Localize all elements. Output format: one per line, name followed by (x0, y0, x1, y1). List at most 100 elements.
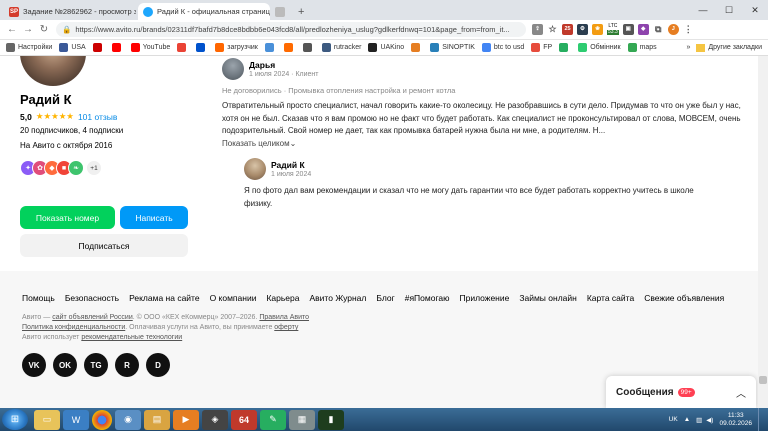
forward-icon[interactable]: → (20, 24, 36, 35)
minimize-icon[interactable]: — (690, 5, 716, 15)
footer-link[interactable]: Займы онлайн (519, 293, 576, 303)
app-icon[interactable]: ▦ (289, 409, 315, 430)
dzen-icon[interactable]: D (146, 353, 170, 377)
messages-panel[interactable]: Сообщения 99+ ︿ (606, 376, 756, 408)
maximize-icon[interactable]: ☐ (716, 5, 742, 16)
puzzle-icon[interactable]: ⧉ (652, 24, 664, 35)
footer-link[interactable]: рекомендательные технологии (81, 334, 182, 341)
ltc-extension[interactable]: LTC 53.3 (607, 23, 619, 35)
profile-icon[interactable]: J (667, 24, 679, 35)
footer-link[interactable]: Карта сайта (587, 293, 634, 303)
bookmark-sinoptik[interactable]: SINOPTIK (430, 43, 475, 52)
scrollbar[interactable] (758, 56, 768, 408)
scrollbar-thumb[interactable] (759, 376, 767, 384)
network-icon[interactable]: ▥ (696, 416, 702, 424)
footer-link[interactable]: Свежие объявления (644, 293, 724, 303)
terminal-icon[interactable]: ▮ (318, 409, 344, 430)
footer-link[interactable]: Политика конфиденциальности (22, 324, 125, 331)
bookmark-maps[interactable]: maps (627, 43, 657, 52)
badges-more[interactable]: +1 (86, 160, 102, 176)
footer-link[interactable]: Помощь (22, 293, 55, 303)
start-button[interactable]: ⊞ (2, 409, 28, 430)
rating-value: 5,0 (20, 111, 32, 122)
telegram-icon[interactable]: TG (84, 353, 108, 377)
chrome-icon[interactable] (92, 409, 112, 430)
bookmark-item[interactable] (283, 43, 296, 52)
bookmark-icon (59, 43, 69, 52)
bookmark-item[interactable] (302, 43, 315, 52)
footer-link[interactable]: Карьера (266, 293, 299, 303)
bookmark-gmail[interactable] (177, 43, 189, 52)
avatar[interactable] (20, 56, 86, 86)
clock[interactable]: 11:33 09.02.2026 (719, 412, 752, 428)
reviews-link[interactable]: 101 отзыв (78, 112, 118, 122)
tab-task[interactable]: SP Задание №2862962 - просмотр з ✕ (4, 3, 136, 20)
window-controls: — ☐ ✕ (690, 0, 768, 20)
footer-link[interactable]: О компании (210, 293, 257, 303)
bookmark-fp[interactable]: FP (531, 43, 552, 52)
app-icon[interactable]: ✎ (260, 409, 286, 430)
footer-link[interactable]: Реклама на сайте (129, 293, 200, 303)
footer-link[interactable]: Безопасность (65, 293, 119, 303)
bookmark-item[interactable] (111, 43, 124, 52)
footer-link[interactable]: Авито Журнал (310, 293, 367, 303)
show-desktop-button[interactable] (758, 408, 766, 431)
footer-link[interactable]: оферту (274, 324, 298, 331)
bookmark-downloader[interactable]: загрузчик (215, 43, 258, 52)
ok-icon[interactable]: OK (53, 353, 77, 377)
extension-icon[interactable]: 25 (562, 24, 573, 35)
extension-icon[interactable]: ▣ (622, 24, 634, 35)
aida64-icon[interactable]: 64 (231, 409, 257, 430)
footer-link[interactable]: #яПомогаю (405, 293, 450, 303)
app-icon[interactable]: W (63, 409, 89, 430)
rutube-icon[interactable]: R (115, 353, 139, 377)
new-tab-button[interactable]: + (292, 3, 310, 20)
bookmark-item[interactable] (196, 43, 208, 52)
tab-avito[interactable]: Радий К - официальная страниц ✕ (138, 3, 270, 20)
bookmark-item[interactable] (92, 43, 105, 52)
show-number-button[interactable]: Показать номер (20, 206, 115, 229)
volume-icon[interactable]: ◀) (706, 416, 713, 424)
footer-link[interactable]: Блог (376, 293, 394, 303)
address-bar[interactable]: 🔒 https://www.avito.ru/brands/02311df7ba… (56, 22, 526, 37)
star-icon[interactable]: ☆ (547, 24, 558, 35)
extension-icon[interactable]: ◆ (637, 24, 649, 35)
bookmark-settings[interactable]: Настройки (6, 43, 52, 52)
badge-icon[interactable]: ❧ (68, 160, 84, 176)
folder-icon[interactable]: ▤ (144, 409, 170, 430)
system-tray: UK ▲ ▥ ◀) 11:33 09.02.2026 (669, 408, 766, 431)
app-icon[interactable]: ◈ (202, 409, 228, 430)
share-icon[interactable]: ⇪ (532, 24, 543, 35)
bookmark-usa[interactable]: USA (59, 43, 86, 52)
bookmark-rutracker[interactable]: rutracker (321, 43, 361, 52)
bookmark-btc[interactable]: btc to usd (481, 43, 524, 52)
bookmark-exchanger[interactable]: Обмінник (578, 43, 621, 52)
show-full-link[interactable]: Показать целиком⌄ (222, 139, 296, 148)
close-window-icon[interactable]: ✕ (742, 5, 768, 16)
subscribe-button[interactable]: Подписаться (20, 234, 188, 257)
extension-icon[interactable]: ❀ (592, 24, 603, 35)
reload-icon[interactable]: ↻ (36, 24, 52, 35)
app-icon[interactable]: ◉ (115, 409, 141, 430)
bookmark-item[interactable] (411, 43, 423, 52)
language-indicator[interactable]: UK (669, 416, 678, 423)
other-bookmarks[interactable]: » Другие закладки (686, 43, 762, 52)
footer-link[interactable]: сайт объявлений России (52, 314, 133, 321)
media-player-icon[interactable]: ▶ (173, 409, 199, 430)
bookmark-uakino[interactable]: UAKino (368, 43, 404, 52)
extension-icon[interactable]: ⚙ (577, 24, 588, 35)
write-button[interactable]: Написать (120, 206, 188, 229)
chevron-up-icon[interactable]: ︿ (736, 385, 746, 400)
explorer-icon[interactable]: ▭ (34, 409, 60, 430)
footer-link[interactable]: Приложение (459, 293, 509, 303)
tray-expand-icon[interactable]: ▲ (684, 416, 690, 423)
bookmark-item[interactable] (264, 43, 277, 52)
tab-blank[interactable] (272, 3, 290, 20)
footer-link[interactable]: Правила Авито (259, 314, 309, 321)
bookmark-youtube[interactable]: YouTube (130, 43, 170, 52)
back-icon[interactable]: ← (4, 24, 20, 35)
bookmark-item[interactable] (559, 43, 571, 52)
bookmark-icon (283, 43, 293, 52)
menu-icon[interactable]: ⋮ (682, 24, 694, 35)
vk-icon[interactable]: VK (22, 353, 46, 377)
